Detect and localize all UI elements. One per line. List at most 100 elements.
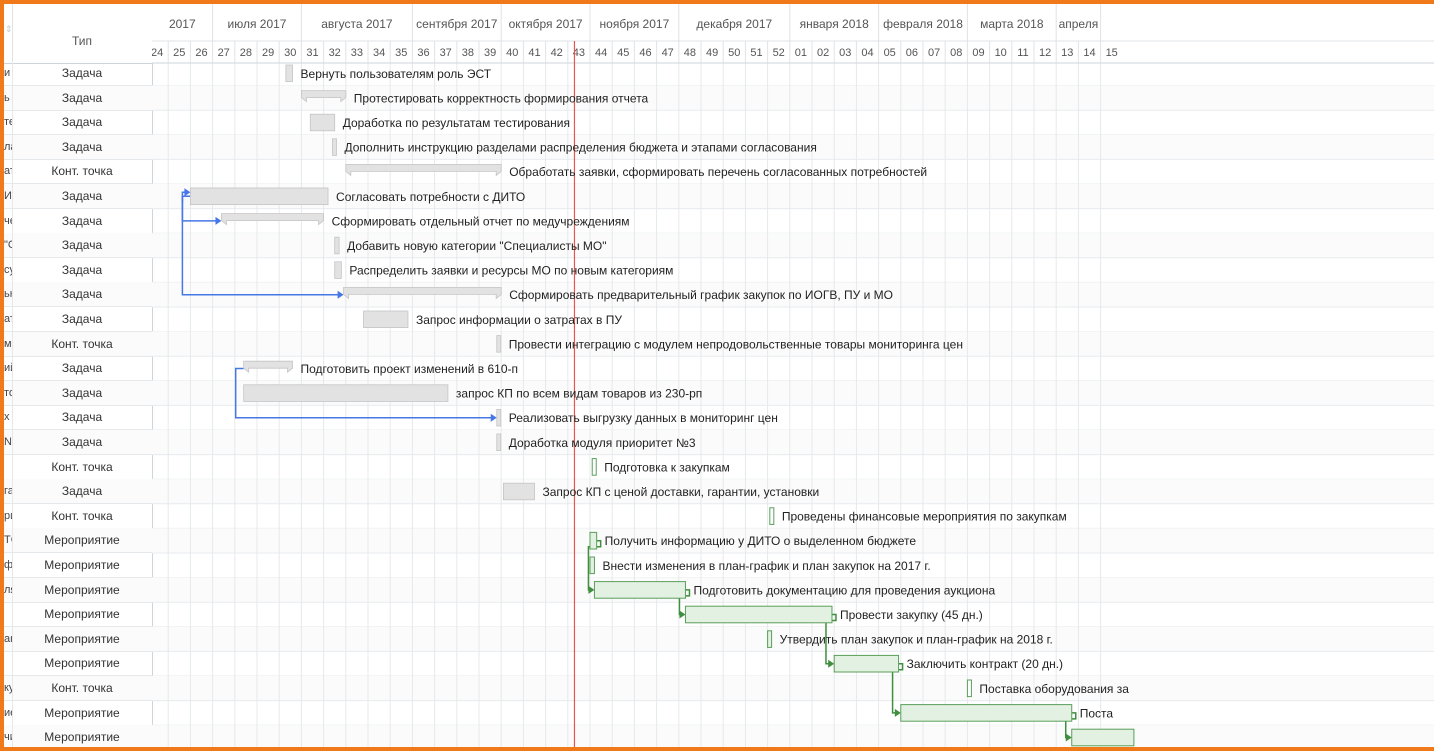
week-label: 36 — [417, 47, 429, 59]
week-label: 27 — [218, 47, 230, 59]
task-label: Сформировать предварительный график заку… — [509, 288, 893, 302]
task-row[interactable]: ф Мероприятие — [4, 553, 152, 578]
task-bar — [243, 384, 449, 402]
type-column-header[interactable]: Тип — [12, 4, 152, 63]
task-type-cell: Задача — [61, 90, 103, 105]
activity-bar — [593, 581, 686, 599]
task-label: Доработка модуля приоритет №3 — [509, 436, 696, 450]
week-label: 46 — [639, 47, 651, 59]
task-label: Провести интеграцию с модулем непродовол… — [509, 337, 963, 351]
month-label: ноября 2017 — [600, 17, 670, 31]
task-bar — [285, 64, 293, 83]
task-label: Согласовать потребности с ДИТО — [336, 190, 525, 204]
task-type-cell: Задача — [61, 385, 103, 400]
timeline-grid[interactable]: 2017 июля 2017 августа 2017 сентября 2017 ок… — [152, 4, 1434, 751]
task-row[interactable]: ийЗадача — [4, 356, 152, 382]
task-row[interactable]: и Задача — [4, 61, 152, 86]
week-label: 47 — [662, 47, 674, 59]
task-bar — [334, 261, 342, 279]
task-label: Запрос информации о затратах в ПУ — [416, 313, 622, 327]
task-type-cell: Задача — [61, 435, 103, 449]
task-row[interactable]: х вЗадача — [4, 405, 152, 431]
milestone-marker — [591, 458, 597, 476]
task-row[interactable]: га Задача — [4, 479, 152, 505]
week-label: 41 — [528, 47, 540, 59]
task-label: Вернуть пользователям роль ЭСТ — [301, 67, 492, 81]
activity-bar — [589, 556, 595, 575]
week-label: 15 — [1106, 47, 1118, 59]
gantt-chart: ⇕ Тип иЗадачаь сЗадачатеЗадачалаЗадачаат… — [0, 0, 1434, 751]
task-row[interactable]: чеЗадача — [4, 208, 152, 234]
row-stripe — [152, 676, 1434, 701]
summary-bar — [221, 213, 324, 226]
timeline-header — [152, 4, 1434, 63]
task-type-cell: Задача — [61, 115, 103, 130]
task-bar — [334, 236, 340, 255]
task-row[interactable]: атЗадача — [4, 307, 152, 332]
week-label: 40 — [506, 47, 518, 59]
task-label: Получить информацию у ДИТО о выделенном … — [605, 534, 917, 548]
task-label: Обработать заявки, сформировать перечень… — [509, 165, 927, 179]
month-label: сентября 2017 — [416, 17, 498, 31]
task-row[interactable]: иеМероприятие — [4, 700, 152, 726]
week-label: 08 — [950, 47, 962, 59]
task-row[interactable]: суЗадача — [4, 257, 152, 283]
task-row[interactable]: риКонт. точка — [4, 503, 152, 529]
week-label: 06 — [906, 47, 918, 59]
task-type-cell: Задача — [61, 361, 103, 376]
task-bar — [363, 310, 409, 329]
task-label: Поставка оборудования за — [979, 682, 1129, 696]
task-bar — [503, 482, 535, 501]
task-label: Реализовать выгрузку данных в мониторинг… — [509, 411, 778, 425]
task-type-cell: Мероприятие — [44, 656, 120, 671]
week-label: 09 — [972, 47, 984, 59]
activity-bar — [684, 605, 833, 624]
task-label: Проведены финансовые мероприятия по заку… — [782, 510, 1067, 524]
dependency-arrow-icon — [828, 659, 835, 668]
task-type-cell: Мероприятие — [44, 558, 120, 572]
task-type-cell: Мероприятие — [44, 705, 120, 720]
task-row[interactable]: атКонт. точка — [4, 159, 152, 185]
task-row[interactable]: "СЗадача — [4, 233, 152, 259]
task-row[interactable]: N Задача — [4, 430, 152, 455]
task-label: Подготовить документацию для проведения … — [693, 583, 995, 597]
task-type-cell: Конт. точка — [51, 508, 113, 523]
week-label: 10 — [995, 47, 1007, 59]
task-type-cell: Задача — [61, 484, 103, 499]
task-row[interactable]: чиМероприятие — [4, 725, 152, 747]
task-row[interactable]: Мероприятие — [4, 602, 152, 628]
week-label: 50 — [728, 47, 740, 59]
month-label: марта 2018 — [980, 17, 1044, 31]
task-row[interactable]: теЗадача — [4, 110, 152, 136]
task-row[interactable]: тоЗадача — [4, 380, 152, 406]
task-type-cell: Задача — [61, 139, 103, 154]
row-stripe — [152, 233, 1434, 258]
task-row[interactable]: лаЗадача — [4, 134, 152, 160]
task-row[interactable]: анМероприятие — [4, 626, 152, 652]
task-label: Провести закупку (45 дн.) — [840, 608, 983, 622]
month-label: октября 2017 — [509, 17, 583, 31]
activity-bar — [767, 630, 773, 648]
dependency-arrow-icon — [490, 413, 497, 422]
task-label: запрос КП по всем видам товаров из 230-р… — [456, 387, 702, 401]
task-row[interactable]: ляМероприятие — [4, 577, 152, 603]
task-row[interactable]: ТСМероприятие — [4, 528, 152, 554]
dependency-arrow-icon — [215, 216, 222, 225]
task-type-cell: Задача — [61, 287, 103, 302]
activity-bar — [589, 531, 598, 550]
task-bar — [309, 113, 336, 132]
task-row[interactable]: куКонт. точка — [4, 676, 152, 701]
week-label: 39 — [484, 47, 496, 59]
task-row[interactable]: ь сЗадача — [4, 85, 152, 111]
task-row[interactable]: ьнЗадача — [4, 282, 152, 308]
row-stripe — [152, 430, 1434, 455]
task-row[interactable]: Мероприятие — [4, 651, 152, 677]
task-type-cell: Конт. точка — [51, 459, 113, 474]
activity-bar — [900, 704, 1073, 722]
week-label: 11 — [1017, 47, 1028, 59]
week-label: 42 — [551, 47, 563, 59]
task-type-cell: Задача — [61, 262, 103, 277]
task-row[interactable]: Конт. точка — [4, 454, 152, 480]
task-row[interactable]: м Конт. точка — [4, 331, 152, 357]
task-row[interactable]: И Задача — [4, 184, 152, 209]
